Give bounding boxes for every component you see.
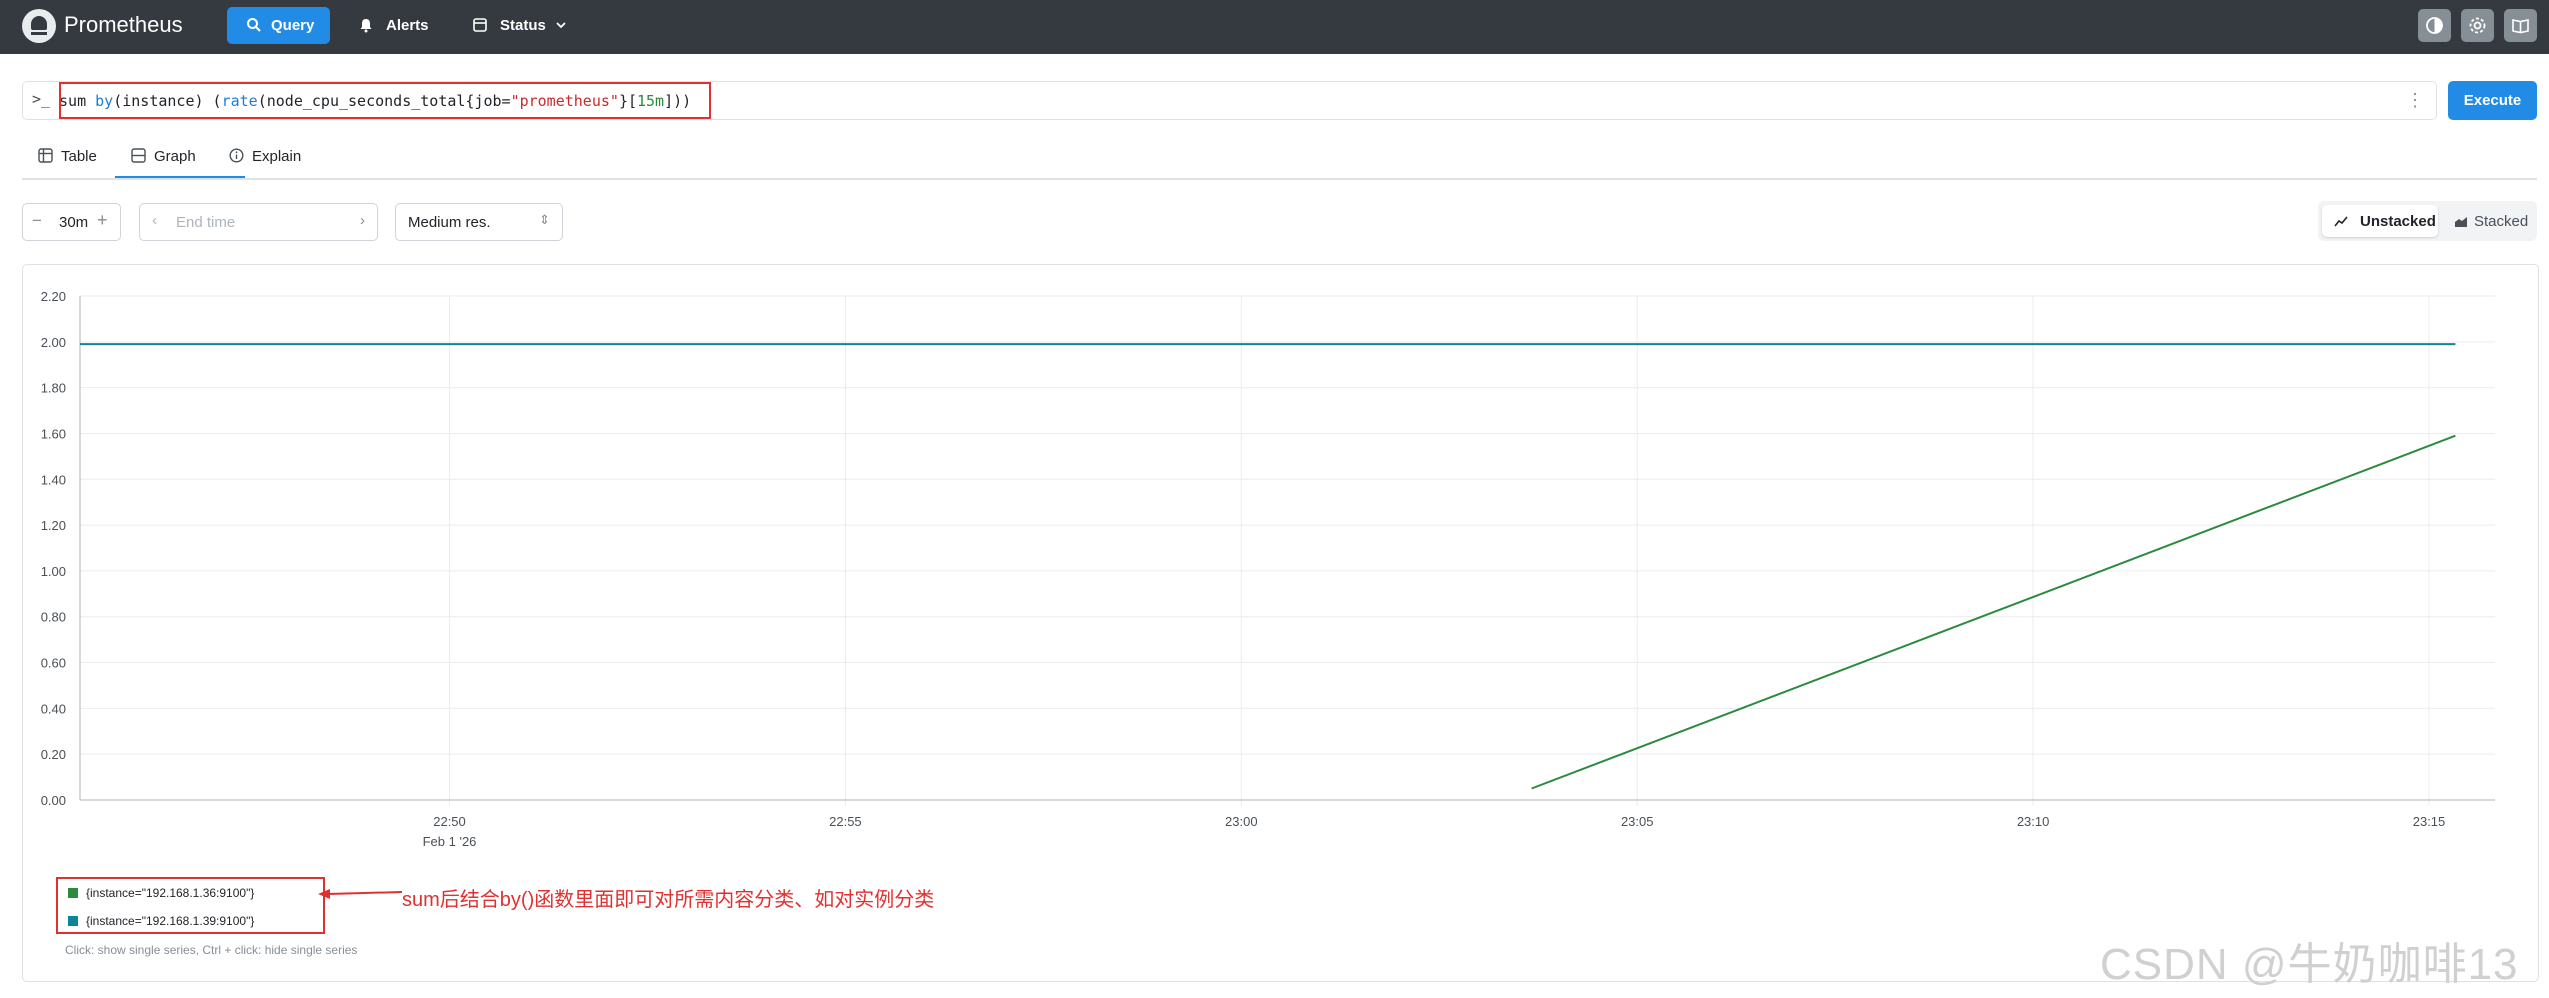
book-icon <box>2512 19 2529 34</box>
chevron-left-icon[interactable]: ‹ <box>152 212 157 229</box>
tab-table[interactable]: Table <box>38 148 97 165</box>
nav-alerts-label: Alerts <box>386 17 429 34</box>
resolution-value: Medium res. <box>408 214 491 231</box>
settings-button[interactable] <box>2461 9 2494 42</box>
range-value[interactable]: 30m <box>59 214 88 231</box>
server-icon <box>473 18 487 32</box>
docs-button[interactable] <box>2504 9 2537 42</box>
annotation-text: sum后结合by()函数里面即可对所需内容分类、如对实例分类 <box>402 889 935 911</box>
unstacked-button[interactable]: Unstacked <box>2322 205 2438 237</box>
table-icon <box>38 148 53 163</box>
gear-icon <box>2469 17 2486 34</box>
tab-explain-label: Explain <box>252 148 302 165</box>
nav-status-label: Status <box>500 17 546 34</box>
bell-icon <box>360 19 372 33</box>
series-legend: {instance="192.168.1.36:9100"} {instance… <box>56 877 325 934</box>
increase-range-button[interactable]: + <box>97 210 108 231</box>
end-time-input[interactable]: ‹ End time › <box>139 203 378 241</box>
prompt-icon: >_ <box>32 90 51 108</box>
legend-item[interactable]: {instance="192.168.1.39:9100"} <box>68 914 254 928</box>
execute-button[interactable]: Execute <box>2448 81 2537 120</box>
stacked-button[interactable]: Stacked <box>2444 205 2533 237</box>
stacking-toggle: Unstacked Stacked <box>2318 201 2537 241</box>
watermark: CSDN @牛奶咖啡13 <box>2100 940 2519 989</box>
area-chart-icon <box>2455 217 2467 227</box>
range-input[interactable]: − 30m + <box>22 203 121 241</box>
brand-title[interactable]: Prometheus <box>64 12 183 38</box>
prometheus-logo-icon[interactable] <box>22 9 56 43</box>
legend-swatch <box>68 888 78 898</box>
legend-item-label: {instance="192.168.1.36:9100"} <box>86 886 255 900</box>
more-vertical-icon[interactable]: ⋮ <box>2406 90 2424 111</box>
tab-graph[interactable]: Graph <box>131 148 196 165</box>
chevron-down-icon <box>556 22 566 29</box>
chevron-right-icon[interactable]: › <box>360 212 365 229</box>
nav-query[interactable]: Query <box>227 7 330 44</box>
query-annotation-box <box>59 82 711 119</box>
theme-toggle-button[interactable] <box>2418 9 2451 42</box>
top-navbar: Prometheus Query Alerts Status <box>0 0 2549 54</box>
graph-panel <box>22 264 2539 982</box>
stacked-label: Stacked <box>2474 213 2529 230</box>
nav-query-label: Query <box>271 17 315 34</box>
legend-hint: Click: show single series, Ctrl + click:… <box>65 943 358 957</box>
decrease-range-button[interactable]: − <box>32 211 42 231</box>
legend-item-label: {instance="192.168.1.39:9100"} <box>86 914 255 928</box>
unstacked-label: Unstacked <box>2360 213 2436 230</box>
tab-graph-label: Graph <box>154 148 196 165</box>
result-tabs: Table Graph Explain <box>22 140 2537 180</box>
graph-icon <box>131 148 146 163</box>
active-tab-indicator <box>115 176 245 178</box>
select-chevron-icon: ⇕ <box>539 212 550 227</box>
line-chart-icon <box>2334 216 2348 227</box>
annotation-arrow-icon <box>318 889 403 899</box>
legend-item[interactable]: {instance="192.168.1.36:9100"} <box>68 886 254 900</box>
info-icon <box>229 148 244 163</box>
search-icon <box>247 18 261 32</box>
theme-toggle-icon <box>2426 17 2443 34</box>
legend-swatch <box>68 916 78 926</box>
tab-explain[interactable]: Explain <box>229 148 301 165</box>
tab-table-label: Table <box>61 148 97 165</box>
end-time-placeholder: End time <box>176 214 236 231</box>
resolution-select[interactable]: Medium res. ⇕ <box>395 203 563 241</box>
